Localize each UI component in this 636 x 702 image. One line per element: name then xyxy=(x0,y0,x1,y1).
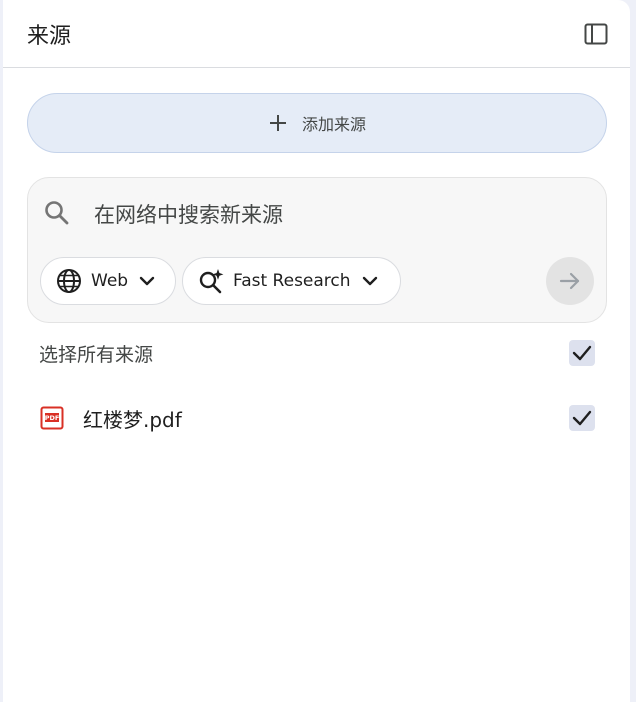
chevron-down-icon xyxy=(362,276,377,286)
add-source-button[interactable]: 添加来源 xyxy=(27,93,607,153)
select-all-label: 选择所有来源 xyxy=(39,343,154,366)
arrow-right-icon xyxy=(559,272,580,290)
sidebar-panel-icon xyxy=(584,23,608,44)
source-list-item[interactable]: PDF 红楼梦.pdf xyxy=(39,398,599,438)
svg-text:PDF: PDF xyxy=(45,414,60,422)
add-source-label: 添加来源 xyxy=(301,115,366,134)
panel-header: 来源 xyxy=(3,0,630,68)
select-all-checkbox[interactable] xyxy=(569,340,595,366)
source-name: 红楼梦.pdf xyxy=(83,407,182,432)
source-type-dropdown[interactable]: Web xyxy=(40,257,176,305)
source-type-label: Web xyxy=(91,271,129,291)
sources-panel: 来源 添加来源 在网络中搜索新来源 Web Fast Research 选择所有… xyxy=(3,0,630,702)
select-all-row: 选择所有来源 xyxy=(39,333,599,373)
toggle-panel-button[interactable] xyxy=(576,14,616,54)
search-input[interactable] xyxy=(94,196,584,234)
research-mode-dropdown[interactable]: Fast Research xyxy=(182,257,401,305)
web-search-box: Web Fast Research xyxy=(27,177,607,323)
source-checkbox[interactable] xyxy=(569,405,595,431)
plus-icon xyxy=(269,115,286,131)
panel-title: 来源 xyxy=(27,23,72,49)
search-row xyxy=(28,178,606,254)
pdf-icon: PDF xyxy=(40,406,64,430)
search-icon xyxy=(45,201,69,225)
research-mode-label: Fast Research xyxy=(233,271,351,291)
source-item-info: PDF 红楼梦.pdf xyxy=(39,404,182,433)
checkmark-icon xyxy=(572,410,592,426)
sparkle-search-icon xyxy=(199,269,224,294)
search-submit-button[interactable] xyxy=(546,257,594,305)
checkmark-icon xyxy=(572,345,592,361)
chevron-down-icon xyxy=(139,276,155,286)
globe-icon xyxy=(57,269,81,293)
